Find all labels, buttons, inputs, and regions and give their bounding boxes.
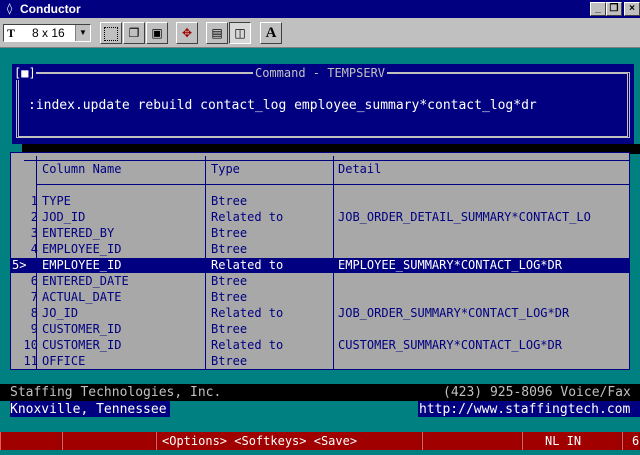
row-number: 1 <box>30 194 38 208</box>
truetype-icon: T <box>7 26 16 40</box>
type-cell: Btree <box>211 242 248 256</box>
company-name: Staffing Technologies, Inc. <box>10 385 222 400</box>
type-cell: Btree <box>211 194 248 208</box>
command-title: Command - TEMPSERV <box>252 66 388 80</box>
row-number: 10 <box>23 338 38 352</box>
select-rect-icon <box>104 27 118 41</box>
grid-header-line <box>36 184 630 185</box>
status-segment-1 <box>0 432 62 450</box>
copy-icon: ❐ <box>128 26 140 40</box>
row-number: 5> <box>12 258 27 272</box>
column-name-cell: TYPE <box>42 194 71 208</box>
column-name-cell: ENTERED_DATE <box>42 274 129 288</box>
mode-indicator: NL IN <box>545 434 582 448</box>
paste-button[interactable]: ▣ <box>146 22 168 44</box>
properties-icon: ▤ <box>211 26 223 40</box>
company-url[interactable]: http://www.staffingtech.com <box>419 402 630 417</box>
column-name-cell: ACTUAL_DATE <box>42 290 122 304</box>
column-name-cell: JOD_ID <box>42 210 86 224</box>
column-name-cell: OFFICE <box>42 354 86 368</box>
properties-button[interactable]: ▤ <box>206 22 228 44</box>
type-cell: Btree <box>211 290 248 304</box>
column-name-cell: JO_ID <box>42 306 79 320</box>
row-number: 9 <box>30 322 38 336</box>
company-phone: (423) 925-8096 Voice/Fax <box>443 385 631 400</box>
type-cell: Related to <box>211 210 284 224</box>
font-size-select[interactable]: T 8 x 16 ▼ <box>3 24 91 42</box>
company-city: Knoxville, Tennessee <box>10 402 167 417</box>
column-header-name[interactable]: Column Name <box>42 162 121 176</box>
detail-cell: EMPLOYEE_SUMMARY*CONTACT_LOG*DR <box>338 258 562 272</box>
type-cell: Related to <box>211 258 284 272</box>
toolbar: T 8 x 16 ▼ ❐ ▣ ✥ ▤ ◫ A <box>0 18 640 48</box>
chevron-down-icon[interactable]: ▼ <box>75 25 90 41</box>
row-number: 8 <box>30 306 38 320</box>
row-number: 11 <box>23 354 38 368</box>
type-cell: Btree <box>211 226 248 240</box>
minimize-button[interactable]: _ <box>590 2 606 16</box>
move-icon: ✥ <box>181 26 193 40</box>
copy-button[interactable]: ❐ <box>123 22 145 44</box>
softkeys-label[interactable]: <Options> <Softkeys> <Save> <box>162 434 357 448</box>
column-name-cell: EMPLOYEE_ID <box>42 258 122 272</box>
type-cell: Related to <box>211 338 284 352</box>
row-number: 3 <box>30 226 38 240</box>
command-input[interactable]: :index.update rebuild contact_log employ… <box>28 98 537 113</box>
detail-cell: JOB_ORDER_DETAIL_SUMMARY*CONTACT_LO <box>338 210 591 224</box>
select-button[interactable] <box>100 22 122 44</box>
window-title: Conductor <box>20 2 81 16</box>
title-bar: ◊ Conductor _ ❐ × <box>0 0 640 18</box>
type-cell: Related to <box>211 306 284 320</box>
row-number: 7 <box>30 290 38 304</box>
font-icon: A <box>265 25 277 41</box>
detail-cell: CUSTOMER_SUMMARY*CONTACT_LOG*DR <box>338 338 562 352</box>
row-number: 2 <box>30 210 38 224</box>
status-segment-4 <box>422 432 522 450</box>
row-number: 4 <box>30 242 38 256</box>
column-name-cell: ENTERED_BY <box>42 226 115 240</box>
grid-top-line <box>24 160 630 161</box>
column-header-type[interactable]: Type <box>211 162 240 176</box>
type-cell: Btree <box>211 354 248 368</box>
font-button[interactable]: A <box>260 22 282 44</box>
move-button[interactable]: ✥ <box>176 22 198 44</box>
window-icon: ◫ <box>234 26 246 40</box>
paste-icon: ▣ <box>151 26 163 40</box>
column-name-cell: EMPLOYEE_ID <box>42 242 122 256</box>
command-close-button[interactable]: [■] <box>14 66 36 80</box>
app-icon[interactable]: ◊ <box>3 2 16 15</box>
table-row[interactable] <box>10 194 630 209</box>
font-size-value: 8 x 16 <box>32 26 65 40</box>
column-name-cell: CUSTOMER_ID <box>42 338 122 352</box>
row-number: 6 <box>30 274 38 288</box>
window-button[interactable]: ◫ <box>229 22 251 44</box>
restore-button[interactable]: ❐ <box>606 2 622 16</box>
column-name-cell: CUSTOMER_ID <box>42 322 122 336</box>
column-header-detail[interactable]: Detail <box>338 162 381 176</box>
status-right: 6 <box>632 434 640 448</box>
close-button[interactable]: × <box>624 2 640 16</box>
status-segment-2 <box>62 432 156 450</box>
table-row[interactable] <box>10 354 630 369</box>
type-cell: Btree <box>211 274 248 288</box>
type-cell: Btree <box>211 322 248 336</box>
detail-cell: JOB_ORDER_SUMMARY*CONTACT_LOG*DR <box>338 306 570 320</box>
